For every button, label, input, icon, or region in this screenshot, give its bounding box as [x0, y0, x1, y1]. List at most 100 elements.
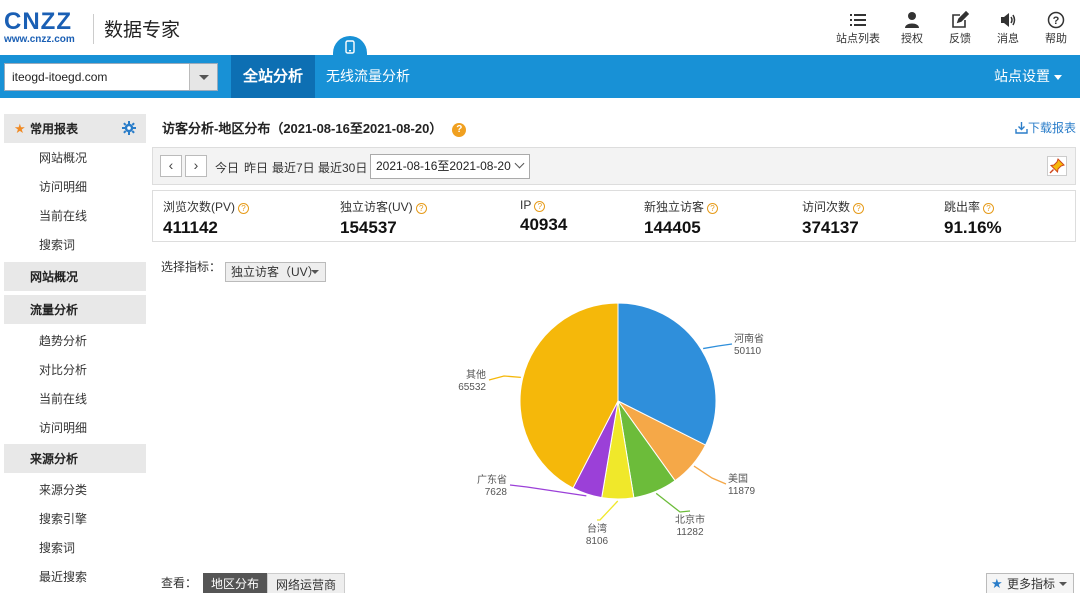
more-metrics-button[interactable]: ★ 更多指标: [986, 573, 1074, 593]
stat-value: 374137: [802, 218, 859, 237]
page-title-text: 访客分析-地区分布（2021-08-16至2021-08-20）: [162, 121, 443, 136]
site-settings-label: 站点设置: [994, 68, 1050, 84]
pie-label-name: 河南省: [734, 332, 764, 345]
stat-value: 144405: [644, 218, 701, 237]
quick-date-today[interactable]: 今日: [215, 159, 239, 176]
stat-ip: IP? 40934: [520, 198, 567, 235]
stat-uv: 独立访客(UV)? 154537: [340, 198, 427, 238]
help-button[interactable]: ? 帮助: [1032, 10, 1080, 50]
authorize-button[interactable]: 授权: [888, 10, 936, 50]
sidebar-item-compare-analysis[interactable]: 对比分析: [4, 356, 146, 385]
info-icon[interactable]: ?: [415, 203, 427, 214]
prev-period-button[interactable]: ‹: [160, 155, 182, 177]
quick-date-last7[interactable]: 最近7日: [272, 159, 315, 176]
site-selector[interactable]: iteogd-itoegd.com: [4, 63, 218, 91]
stat-visits: 访问次数? 374137: [802, 198, 865, 238]
quick-date-last30[interactable]: 最近30日: [318, 159, 367, 176]
pie-label-name: 北京市: [675, 513, 705, 526]
info-icon[interactable]: ?: [238, 203, 250, 214]
next-period-button[interactable]: ›: [185, 155, 207, 177]
pie-label-value: 7628: [485, 487, 508, 498]
sidebar-item-source-category[interactable]: 来源分类: [4, 476, 146, 505]
sidebar-item-recent-search[interactable]: 最近搜索: [4, 563, 146, 592]
question-icon[interactable]: ?: [452, 123, 467, 137]
chevron-down-icon: [514, 158, 525, 169]
brand-name: 数据专家: [104, 20, 181, 41]
stat-value: 154537: [340, 218, 397, 237]
stat-label: 访问次数: [802, 200, 851, 214]
pin-button[interactable]: [1047, 156, 1067, 176]
sidebar-item-trend-analysis[interactable]: 趋势分析: [4, 327, 146, 356]
tab-wireless-analysis[interactable]: 无线流量分析: [314, 55, 422, 98]
logo-divider: [93, 14, 94, 44]
view-tab-region[interactable]: 地区分布: [203, 573, 268, 593]
pie-leader-line: [693, 465, 727, 485]
metric-select[interactable]: 独立访客（UV）: [225, 262, 327, 282]
sidebar-group-site-overview[interactable]: 网站概况: [4, 262, 146, 292]
sidebar-group-common-reports[interactable]: ★ 常用报表: [4, 114, 146, 144]
sidebar-item-visit-details-2[interactable]: 访问明细: [4, 414, 146, 443]
sidebar-group-source-analysis[interactable]: 来源分析: [4, 444, 146, 474]
feedback-button[interactable]: 反馈: [936, 10, 984, 50]
header-actions: 站点列表 授权 反馈 消息 ? 帮助: [828, 10, 1080, 50]
sidebar: ★ 常用报表 网站概况 访问明细 当前在线 搜索词 网站概况 流量分析 趋势分析…: [4, 114, 146, 593]
sidebar-item-search-terms[interactable]: 搜索词: [4, 231, 146, 260]
site-settings-menu[interactable]: 站点设置: [994, 55, 1062, 98]
info-icon[interactable]: ?: [983, 203, 995, 214]
pie-label-value: 8106: [586, 536, 609, 547]
metric-label: 选择指标：: [161, 260, 222, 274]
stat-label: 跳出率: [944, 200, 981, 214]
sidebar-item-online-now[interactable]: 当前在线: [4, 202, 146, 231]
message-icon: [984, 10, 1032, 30]
more-metrics-label: 更多指标: [1007, 577, 1056, 591]
message-button[interactable]: 消息: [984, 10, 1032, 50]
message-label: 消息: [997, 33, 1019, 45]
info-icon[interactable]: ?: [707, 203, 719, 214]
stat-bounce-rate: 跳出率? 91.16%: [944, 198, 1002, 238]
pie-label-value: 11282: [676, 527, 704, 538]
pie-leader-line: [703, 343, 733, 350]
pie-label-value: 65532: [458, 382, 486, 393]
sidebar-item-search-engine[interactable]: 搜索引擎: [4, 505, 146, 534]
sidebar-item-online-now-2[interactable]: 当前在线: [4, 385, 146, 414]
site-list-icon: [828, 10, 888, 30]
pie-label-name: 台湾: [587, 522, 607, 535]
sidebar-item-search-terms-2[interactable]: 搜索词: [4, 534, 146, 563]
page-title: 访客分析-地区分布（2021-08-16至2021-08-20）?: [162, 118, 467, 137]
tab-site-analysis[interactable]: 全站分析: [231, 55, 316, 98]
sidebar-item-site-overview[interactable]: 网站概况: [4, 144, 146, 173]
stat-value: 411142: [163, 218, 218, 237]
caret-down-icon: [1054, 74, 1062, 80]
feedback-icon: [936, 10, 984, 30]
logo-text: CNZZ: [4, 8, 72, 35]
help-icon: ?: [1032, 10, 1080, 30]
pie-label-value: 50110: [734, 346, 762, 357]
quick-date-yesterday[interactable]: 昨日: [244, 159, 268, 176]
sidebar-item-visit-details[interactable]: 访问明细: [4, 173, 146, 202]
help-label: 帮助: [1045, 33, 1067, 45]
info-icon[interactable]: ?: [853, 203, 865, 214]
date-range-picker[interactable]: 2021-08-16至2021-08-20: [370, 154, 530, 179]
sidebar-group-traffic-analysis[interactable]: 流量分析: [4, 295, 146, 325]
info-icon[interactable]: ?: [534, 201, 546, 212]
pie-leader-line: [655, 492, 691, 513]
mobile-phone-icon: [345, 40, 355, 54]
download-report-link[interactable]: 下载报表: [1015, 119, 1076, 136]
chevron-down-icon[interactable]: [189, 64, 217, 90]
download-icon: [1015, 122, 1028, 134]
star-icon: ★: [991, 576, 1003, 591]
view-tab-isp[interactable]: 网络运营商: [267, 573, 346, 593]
gear-icon[interactable]: [122, 121, 136, 135]
logo-url-text: www.cnzz.com: [4, 34, 75, 45]
stat-label: 独立访客(UV): [340, 200, 413, 214]
pie-leader-line: [488, 375, 521, 381]
cnzz-logo[interactable]: CNZZ www.cnzz.com: [4, 10, 88, 46]
feedback-label: 反馈: [949, 33, 971, 45]
pie-label-value: 11879: [728, 486, 756, 497]
caret-down-icon: [1059, 582, 1067, 586]
site-list-label: 站点列表: [836, 33, 880, 45]
site-list-button[interactable]: 站点列表: [828, 10, 888, 50]
pin-icon: [1049, 158, 1065, 174]
pie-label-name: 广东省: [477, 473, 507, 486]
region-pie-chart: 河南省50110 美国11879 北京市11282 台湾8106 广东省7628 其他65…: [458, 302, 764, 547]
